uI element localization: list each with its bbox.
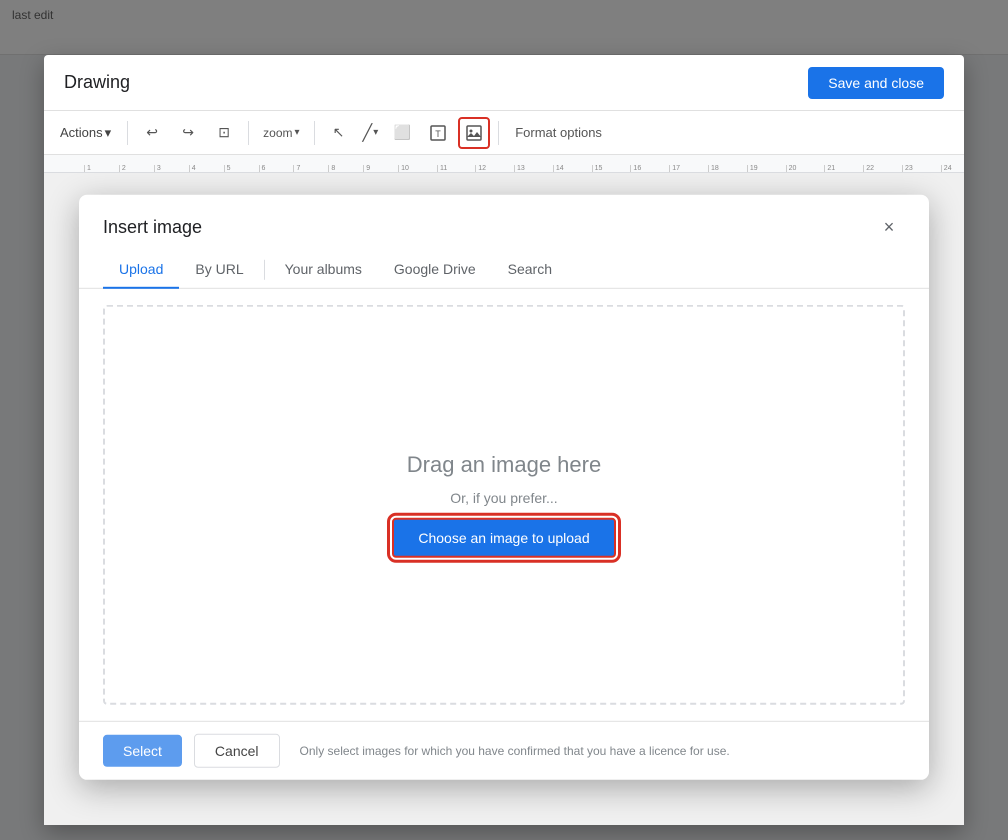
cancel-button[interactable]: Cancel [194,734,280,768]
ruler-mark: 20 [786,165,797,172]
drawing-toolbar: Actions ▾ ↩ ↪ ⊡ zoom ▾ ↖ ╱ ▾ ⬜ [44,111,964,155]
ruler-mark: 11 [437,165,447,172]
zoom-label: zoom [263,126,292,140]
choose-image-button[interactable]: Choose an image to upload [392,518,615,558]
line-icon: ╱ [363,123,373,143]
dialog-footer: Select Cancel Only select images for whi… [79,721,929,780]
format-options-button[interactable]: Format options [507,117,610,149]
toolbar-divider-2 [248,121,249,145]
select-button[interactable]: Select [103,735,182,767]
footer-note: Only select images for which you have co… [300,744,730,758]
expand-icon: ⊡ [218,124,230,141]
dialog-body: Drag an image here Or, if you prefer... … [79,289,929,721]
line-arrow: ▾ [373,127,378,138]
drawing-canvas-area: Insert image × Upload By URL Your albums… [44,173,964,825]
actions-label: Actions [60,125,103,140]
redo-button[interactable]: ↪ [172,117,204,149]
zoom-button[interactable]: zoom ▾ [257,117,305,149]
dialog-close-button[interactable]: × [873,211,905,243]
upload-dropzone: Drag an image here Or, if you prefer... … [103,305,905,705]
tab-google-drive[interactable]: Google Drive [378,251,492,289]
ruler-mark: 4 [189,165,196,172]
dropzone-sub-text: Or, if you prefer... [450,490,557,506]
text-box-icon: T [429,124,447,142]
tab-by-url[interactable]: By URL [179,251,259,289]
ruler-mark: 16 [630,165,641,172]
ruler-mark: 23 [902,165,913,172]
ruler-mark: 14 [553,165,564,172]
undo-button[interactable]: ↩ [136,117,168,149]
image-button[interactable] [458,117,490,149]
tab-upload[interactable]: Upload [103,251,179,289]
ruler-mark: 5 [224,165,231,172]
shape-icon: ⬜ [394,124,411,141]
drawing-header: Drawing Save and close [44,55,964,111]
drawing-title: Drawing [64,72,130,93]
ruler-mark: 2 [119,165,126,172]
ruler-mark: 1 [84,165,91,172]
toolbar-divider-4 [498,121,499,145]
tab-separator [264,259,265,279]
shape-button[interactable]: ⬜ [386,117,418,149]
line-button[interactable]: ╱ ▾ [359,117,383,149]
toolbar-divider-3 [314,121,315,145]
toolbar-divider-1 [127,121,128,145]
undo-icon: ↩ [146,124,158,141]
svg-text:T: T [435,129,441,139]
ruler-mark: 9 [363,165,370,172]
actions-arrow: ▾ [105,125,112,141]
ruler-mark: 22 [863,165,874,172]
dialog-tabs: Upload By URL Your albums Google Drive S… [79,251,929,289]
ruler-mark: 3 [154,165,161,172]
tab-your-albums[interactable]: Your albums [269,251,378,289]
redo-icon: ↪ [182,124,194,141]
drawing-ruler: 1 2 3 4 5 6 7 8 9 10 11 12 13 14 15 16 1… [44,155,964,173]
drawing-window: Drawing Save and close Actions ▾ ↩ ↪ ⊡ z… [44,55,964,825]
ruler-marks: 1 2 3 4 5 6 7 8 9 10 11 12 13 14 15 16 1… [84,155,964,172]
dialog-header: Insert image × [79,195,929,243]
ruler-mark: 12 [475,165,486,172]
ruler-mark: 24 [941,165,952,172]
insert-image-dialog: Insert image × Upload By URL Your albums… [79,195,929,780]
insert-image-icon [465,124,483,142]
text-box-button[interactable]: T [422,117,454,149]
ruler-mark: 18 [708,165,719,172]
zoom-arrow: ▾ [295,127,300,138]
ruler-mark: 17 [669,165,680,172]
ruler-mark: 21 [824,165,835,172]
dialog-title: Insert image [103,216,202,237]
ruler-mark: 6 [259,165,266,172]
ruler-mark: 8 [328,165,335,172]
tab-search[interactable]: Search [492,251,568,289]
format-options-label: Format options [515,125,602,140]
ruler-mark: 15 [592,165,603,172]
cursor-icon: ↖ [333,124,345,141]
ruler-mark: 13 [514,165,525,172]
expand-button[interactable]: ⊡ [208,117,240,149]
save-close-button[interactable]: Save and close [808,67,944,99]
actions-button[interactable]: Actions ▾ [52,121,119,145]
dropzone-main-text: Drag an image here [407,452,601,478]
ruler-mark: 19 [747,165,758,172]
cursor-button[interactable]: ↖ [323,117,355,149]
ruler-mark: 7 [293,165,300,172]
ruler-mark: 10 [398,165,409,172]
